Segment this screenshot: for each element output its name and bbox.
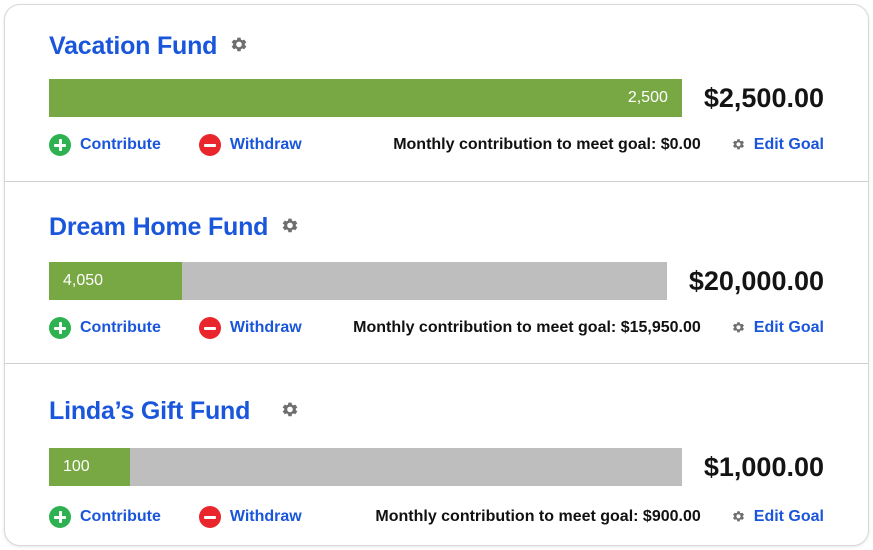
goal-amount: $20,000.00 <box>689 266 824 297</box>
monthly-contribution-note: Monthly contribution to meet goal: $900.… <box>375 508 700 526</box>
progress-bar-value: 100 <box>63 458 90 476</box>
progress-bar-value: 2,500 <box>628 89 668 107</box>
savings-goals-panel: Vacation Fund 2,500 $2,500.00 Contribute <box>4 4 869 546</box>
fund-title-row: Dream Home Fund <box>49 182 824 254</box>
goal-amount: $1,000.00 <box>704 452 824 483</box>
contribute-button[interactable]: Contribute <box>49 506 161 528</box>
edit-goal-button[interactable]: Edit Goal <box>731 508 824 526</box>
fund-card-vacation: Vacation Fund 2,500 $2,500.00 Contribute <box>5 5 868 181</box>
gear-icon <box>731 510 746 525</box>
gear-icon[interactable] <box>229 36 249 56</box>
monthly-contribution-note: Monthly contribution to meet goal: $15,9… <box>353 319 701 337</box>
fund-title: Vacation Fund <box>49 32 217 61</box>
edit-goal-button[interactable]: Edit Goal <box>731 136 824 154</box>
withdraw-label: Withdraw <box>230 136 302 154</box>
fund-actions-row: Contribute Withdraw Monthly contribution… <box>49 134 824 156</box>
fund-card-dream-home: Dream Home Fund 4,050 $20,000.00 Contrib… <box>5 181 868 363</box>
withdraw-button[interactable]: Withdraw <box>199 134 302 156</box>
fund-title-row: Linda’s Gift Fund <box>49 364 824 438</box>
plus-circle-icon <box>49 134 71 156</box>
minus-circle-icon <box>199 134 221 156</box>
progress-bar-track: 100 <box>49 448 682 486</box>
fund-title-row: Vacation Fund <box>49 5 824 73</box>
edit-goal-label: Edit Goal <box>754 319 824 337</box>
contribute-label: Contribute <box>80 319 161 337</box>
withdraw-label: Withdraw <box>230 508 302 526</box>
fund-progress-row: 4,050 $20,000.00 <box>49 262 824 300</box>
gear-icon <box>731 321 746 336</box>
withdraw-label: Withdraw <box>230 319 302 337</box>
progress-bar-fill: 4,050 <box>49 262 182 300</box>
contribute-label: Contribute <box>80 508 161 526</box>
fund-actions-row: Contribute Withdraw Monthly contribution… <box>49 317 824 339</box>
minus-circle-icon <box>199 506 221 528</box>
fund-progress-row: 2,500 $2,500.00 <box>49 79 824 117</box>
gear-icon[interactable] <box>280 217 300 237</box>
progress-bar-fill: 100 <box>49 448 130 486</box>
fund-progress-row: 100 $1,000.00 <box>49 448 824 486</box>
edit-goal-button[interactable]: Edit Goal <box>731 319 824 337</box>
contribute-button[interactable]: Contribute <box>49 134 161 156</box>
goal-amount: $2,500.00 <box>704 83 824 114</box>
progress-bar-fill: 2,500 <box>49 79 682 117</box>
progress-bar-track: 4,050 <box>49 262 667 300</box>
fund-title: Linda’s Gift Fund <box>49 397 250 426</box>
minus-circle-icon <box>199 317 221 339</box>
plus-circle-icon <box>49 506 71 528</box>
gear-icon[interactable] <box>280 401 300 421</box>
progress-bar-value: 4,050 <box>63 272 103 290</box>
contribute-label: Contribute <box>80 136 161 154</box>
plus-circle-icon <box>49 317 71 339</box>
withdraw-button[interactable]: Withdraw <box>199 506 302 528</box>
fund-title: Dream Home Fund <box>49 213 268 242</box>
edit-goal-label: Edit Goal <box>754 136 824 154</box>
fund-actions-row: Contribute Withdraw Monthly contribution… <box>49 506 824 528</box>
gear-icon <box>731 138 746 153</box>
fund-card-linda-gift: Linda’s Gift Fund 100 $1,000.00 Contribu… <box>5 363 868 545</box>
monthly-contribution-note: Monthly contribution to meet goal: $0.00 <box>393 136 701 154</box>
withdraw-button[interactable]: Withdraw <box>199 317 302 339</box>
edit-goal-label: Edit Goal <box>754 508 824 526</box>
contribute-button[interactable]: Contribute <box>49 317 161 339</box>
progress-bar-track: 2,500 <box>49 79 682 117</box>
